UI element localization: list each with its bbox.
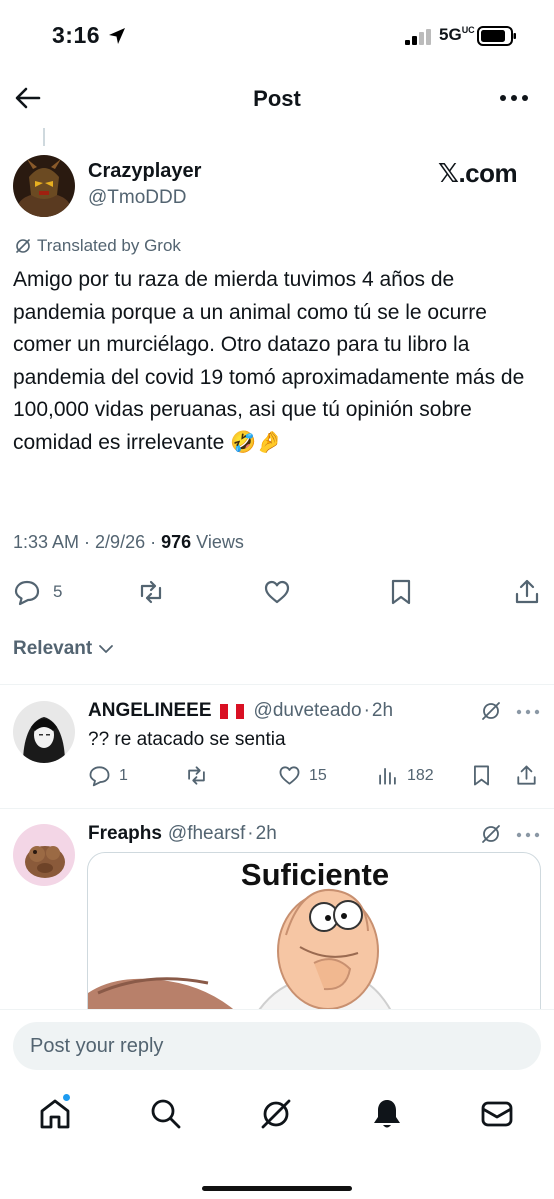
reply-header: Freaphs @fhearsf · 2h — [88, 823, 277, 845]
post-meta: 1:33 AM · 2/9/26 · 976 Views — [13, 532, 244, 552]
reply-avatar[interactable] — [13, 701, 75, 763]
reply-actions: 1 15 182 — [0, 764, 554, 794]
grok-icon — [16, 239, 30, 253]
network-label: 5GUC — [439, 25, 475, 44]
reply-author-name[interactable]: Freaphs — [88, 823, 162, 845]
bottom-bar: Post your reply — [0, 1009, 554, 1199]
reply-input[interactable]: Post your reply — [13, 1022, 541, 1070]
notifications-icon — [374, 1100, 400, 1128]
tab-home[interactable] — [37, 1096, 77, 1136]
x-logo: 𝕏.com — [438, 158, 518, 188]
view-count: 182 — [407, 766, 434, 784]
grok-icon[interactable] — [480, 823, 502, 845]
share-icon — [515, 579, 539, 604]
location-arrow-icon — [109, 28, 125, 44]
like-button[interactable] — [263, 578, 291, 606]
like-button[interactable]: 15 — [278, 764, 327, 787]
status-bar: 3:16 5GUC — [0, 0, 554, 70]
like-icon — [279, 766, 300, 785]
reply-author-name[interactable]: ANGELINEEE — [88, 700, 212, 722]
repost-icon — [188, 766, 205, 785]
post-time: 1:33 AM — [13, 532, 80, 552]
grok-icon[interactable] — [480, 700, 502, 722]
reply-header: ANGELINEEE @duveteado · 2h — [88, 700, 394, 722]
view-count: 976 — [161, 532, 192, 552]
views-button[interactable]: 182 — [376, 764, 434, 787]
reply-button[interactable]: 1 — [88, 764, 128, 787]
share-button[interactable] — [515, 764, 538, 787]
author-handle[interactable]: @TmoDDD — [88, 187, 186, 209]
reply-placeholder: Post your reply — [30, 1034, 164, 1057]
home-notification-dot — [62, 1093, 71, 1102]
author-name[interactable]: Crazyplayer — [88, 160, 201, 183]
grok-icon — [261, 1099, 291, 1129]
tab-notifications[interactable] — [369, 1096, 409, 1136]
divider — [0, 684, 554, 685]
status-time: 3:16 — [52, 22, 101, 48]
repost-icon — [140, 580, 162, 604]
tab-messages[interactable] — [479, 1096, 519, 1136]
reply-icon — [89, 766, 110, 787]
translation-note[interactable]: Translated by Grok — [14, 236, 181, 256]
more-icon[interactable] — [515, 829, 541, 841]
reply-author-handle[interactable]: @fhearsf — [168, 823, 245, 845]
views-icon — [379, 768, 396, 785]
messages-icon — [481, 1101, 513, 1127]
divider — [0, 808, 554, 809]
reply-count: 5 — [53, 582, 63, 601]
bookmark-icon — [474, 765, 489, 786]
bookmark-button[interactable] — [470, 764, 493, 787]
reply-text: ?? re atacado se sentia — [88, 729, 286, 750]
reply-icon — [14, 580, 40, 606]
page-title: Post — [253, 86, 301, 111]
author-avatar[interactable] — [13, 155, 75, 217]
bookmark-icon — [391, 579, 411, 605]
repost-button[interactable] — [185, 764, 208, 787]
post-body: Amigo por tu raza de mierda tuvimos 4 añ… — [13, 268, 525, 454]
reply-age: 2h — [371, 700, 394, 721]
chevron-down-icon — [99, 645, 114, 653]
home-indicator — [202, 1186, 352, 1191]
like-icon — [264, 580, 290, 604]
tab-search[interactable] — [148, 1096, 188, 1136]
like-count: 15 — [309, 766, 327, 784]
top-nav: Post — [0, 70, 554, 126]
repost-button[interactable] — [137, 578, 165, 606]
tab-bar — [0, 1096, 554, 1140]
post-date: 2/9/26 — [95, 532, 146, 552]
share-icon — [517, 765, 536, 785]
bookmark-button[interactable] — [387, 578, 415, 606]
peru-flag-icon — [219, 703, 244, 719]
views-label: Views — [196, 532, 244, 552]
reply-author-handle[interactable]: @duveteado — [254, 700, 362, 722]
more-icon[interactable] — [515, 706, 541, 718]
translation-label: Translated by Grok — [37, 236, 181, 255]
tab-grok[interactable] — [258, 1096, 298, 1136]
thread-connector — [43, 128, 45, 146]
sort-label: Relevant — [13, 638, 93, 659]
battery-icon — [477, 26, 516, 46]
more-icon[interactable] — [498, 88, 530, 108]
sort-dropdown[interactable]: Relevant — [13, 638, 114, 660]
reply-avatar[interactable] — [13, 824, 75, 886]
share-button[interactable] — [513, 578, 541, 606]
signal-icon — [405, 29, 431, 45]
reply-button[interactable]: 5 — [13, 578, 62, 606]
reply-age: 2h — [255, 823, 277, 844]
post-actions: 5 — [0, 574, 554, 614]
reply-count: 1 — [119, 766, 128, 784]
search-icon — [151, 1099, 181, 1129]
